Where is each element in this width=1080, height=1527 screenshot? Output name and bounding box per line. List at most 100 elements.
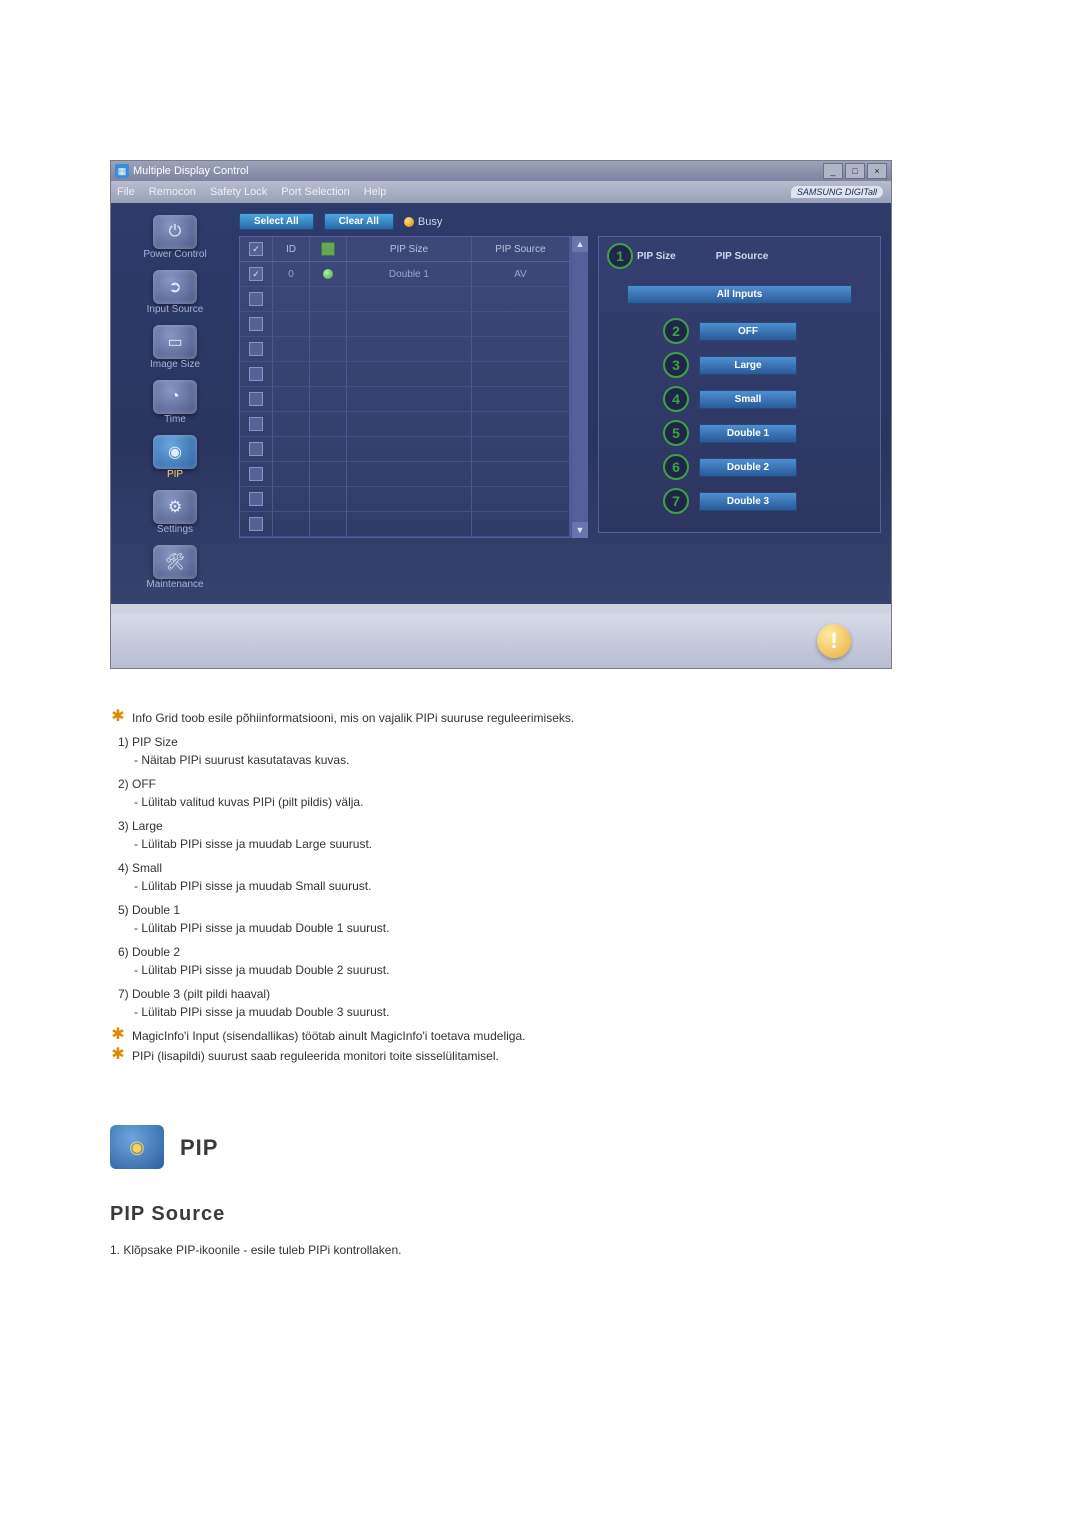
- row-check-icon[interactable]: [249, 292, 263, 306]
- pip-options-panel: 1 PIP Size PIP Source All Inputs 2 OFF: [598, 236, 881, 533]
- table-row[interactable]: [240, 387, 570, 412]
- status-header-icon: [321, 242, 335, 256]
- brand-label: SAMSUNG DIGITall: [791, 186, 883, 198]
- list-sub: - Lülitab PIPi sisse ja muudab Double 1 …: [134, 919, 970, 937]
- table-row[interactable]: [240, 487, 570, 512]
- menu-safety-lock[interactable]: Safety Lock: [210, 186, 267, 198]
- callout-badge-7: 7: [663, 488, 689, 514]
- menu-port-selection[interactable]: Port Selection: [281, 186, 349, 198]
- close-button[interactable]: ×: [867, 163, 887, 179]
- row-check-icon[interactable]: [249, 317, 263, 331]
- callout-badge-3: 3: [663, 352, 689, 378]
- pip-large-button[interactable]: Large: [699, 356, 797, 375]
- list-sub: - Lülitab PIPi sisse ja muudab Double 3 …: [134, 1003, 970, 1021]
- pip-source-header: PIP Source: [716, 251, 769, 262]
- busy-dot-icon: [404, 217, 414, 227]
- grid-scrollbar[interactable]: ▲ ▼: [571, 236, 588, 538]
- list-item: 5) Double 1: [118, 901, 970, 919]
- workspace: ⏻ Power Control ➲ Input Source ▭ Image S…: [111, 203, 891, 604]
- menu-help[interactable]: Help: [364, 186, 387, 198]
- info-icon: !: [817, 624, 851, 658]
- callout-badge-4: 4: [663, 386, 689, 412]
- app-icon: ▦: [115, 164, 129, 178]
- list-sub: - Lülitab PIPi sisse ja muudab Double 2 …: [134, 961, 970, 979]
- doc-text: MagicInfo'i Input (sisendallikas) töötab…: [132, 1027, 525, 1045]
- sidebar-item-image-size[interactable]: ▭ Image Size: [121, 323, 229, 374]
- sidebar-item-pip[interactable]: ◉ PIP: [121, 433, 229, 484]
- list-sub: - Lülitab PIPi sisse ja muudab Large suu…: [134, 835, 970, 853]
- main-area: Select All Clear All Busy ID: [239, 213, 881, 594]
- table-row[interactable]: [240, 437, 570, 462]
- sidebar-item-power-control[interactable]: ⏻ Power Control: [121, 213, 229, 264]
- sidebar-item-label: Settings: [157, 524, 193, 535]
- pip-double2-button[interactable]: Double 2: [699, 458, 797, 477]
- sidebar-item-label: PIP: [167, 469, 183, 480]
- row-check-icon[interactable]: [249, 267, 263, 281]
- row-check-icon[interactable]: [249, 492, 263, 506]
- row-check-icon[interactable]: [249, 517, 263, 531]
- pip-icon: ◉: [153, 435, 197, 469]
- section-header-pip: ◉ PIP: [110, 1125, 970, 1169]
- app-window: ▦ Multiple Display Control _ □ × File Re…: [110, 160, 892, 669]
- power-icon: ⏻: [153, 215, 197, 249]
- cell-pip-size: Double 1: [347, 262, 472, 286]
- cell-id: 0: [273, 262, 310, 286]
- list-sub: - Näitab PIPi suurust kasutatavas kuvas.: [134, 751, 970, 769]
- grid-header: ID PIP Size PIP Source: [240, 237, 570, 262]
- wrench-icon: 🛠: [153, 545, 197, 579]
- list-item: 3) Large: [118, 817, 970, 835]
- select-all-button[interactable]: Select All: [239, 213, 314, 230]
- clock-icon: ◔: [153, 380, 197, 414]
- col-pip-size: PIP Size: [347, 237, 472, 261]
- col-checkbox: [240, 237, 273, 261]
- table-row[interactable]: [240, 462, 570, 487]
- row-check-icon[interactable]: [249, 392, 263, 406]
- table-row[interactable]: 0 Double 1 AV: [240, 262, 570, 287]
- image-size-icon: ▭: [153, 325, 197, 359]
- scroll-up-icon[interactable]: ▲: [572, 236, 588, 252]
- table-row[interactable]: [240, 337, 570, 362]
- subsection-title: PIP Source: [110, 1199, 970, 1229]
- pip-double3-button[interactable]: Double 3: [699, 492, 797, 511]
- pip-off-button[interactable]: OFF: [699, 322, 797, 341]
- window-title: Multiple Display Control: [133, 165, 249, 177]
- row-check-icon[interactable]: [249, 417, 263, 431]
- table-row[interactable]: [240, 362, 570, 387]
- list-item: 1) PIP Size: [118, 733, 970, 751]
- input-source-icon: ➲: [153, 270, 197, 304]
- table-row[interactable]: [240, 412, 570, 437]
- star-icon: ✱: [110, 1047, 126, 1063]
- sidebar-item-input-source[interactable]: ➲ Input Source: [121, 268, 229, 319]
- menu-remocon[interactable]: Remocon: [149, 186, 196, 198]
- status-bar: !: [111, 614, 891, 668]
- table-row[interactable]: [240, 312, 570, 337]
- sidebar-item-maintenance[interactable]: 🛠 Maintenance: [121, 543, 229, 594]
- busy-label: Busy: [418, 216, 442, 228]
- pip-small-button[interactable]: Small: [699, 390, 797, 409]
- sidebar-item-label: Time: [164, 414, 186, 425]
- list-item: 6) Double 2: [118, 943, 970, 961]
- minimize-button[interactable]: _: [823, 163, 843, 179]
- maximize-button[interactable]: □: [845, 163, 865, 179]
- row-check-icon[interactable]: [249, 467, 263, 481]
- list-item: 4) Small: [118, 859, 970, 877]
- row-check-icon[interactable]: [249, 442, 263, 456]
- menu-file[interactable]: File: [117, 186, 135, 198]
- status-dot-icon: [323, 269, 333, 279]
- table-row[interactable]: [240, 287, 570, 312]
- row-check-icon[interactable]: [249, 367, 263, 381]
- callout-badge-5: 5: [663, 420, 689, 446]
- sidebar-item-time[interactable]: ◔ Time: [121, 378, 229, 429]
- scroll-down-icon[interactable]: ▼: [572, 522, 588, 538]
- pip-double1-button[interactable]: Double 1: [699, 424, 797, 443]
- titlebar: ▦ Multiple Display Control _ □ ×: [111, 161, 891, 181]
- all-inputs-label: All Inputs: [627, 285, 852, 304]
- table-row[interactable]: [240, 512, 570, 537]
- row-check-icon[interactable]: [249, 342, 263, 356]
- clear-all-button[interactable]: Clear All: [324, 213, 394, 230]
- col-id: ID: [273, 237, 310, 261]
- toolbar: Select All Clear All Busy: [239, 213, 881, 230]
- sidebar-item-settings[interactable]: ⚙ Settings: [121, 488, 229, 539]
- doc-text: Info Grid toob esile põhiinformatsiooni,…: [132, 709, 574, 727]
- star-icon: ✱: [110, 709, 126, 725]
